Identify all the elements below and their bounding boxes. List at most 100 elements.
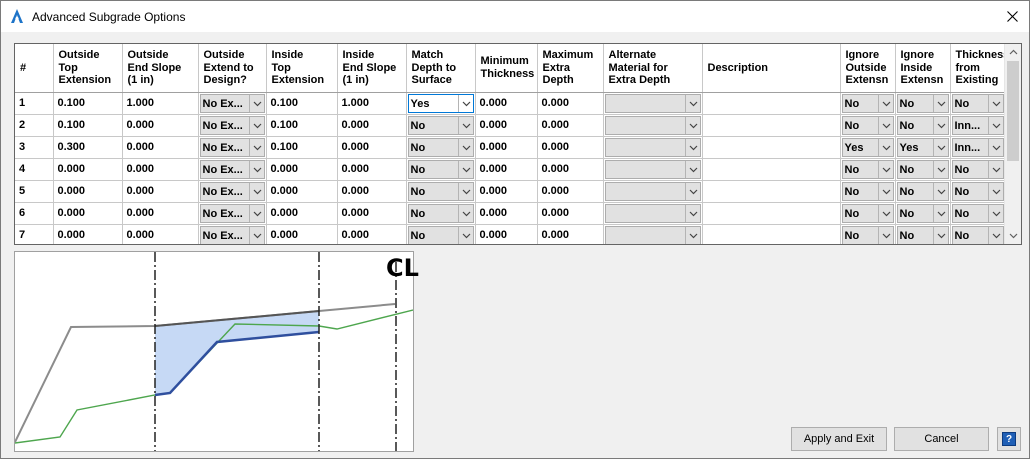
dropdown-cell[interactable]: No Ex...: [198, 158, 267, 181]
dropdown-button[interactable]: [248, 182, 264, 200]
cell-dropdown[interactable]: No Ex...: [199, 181, 265, 201]
value-cell[interactable]: 1.000: [337, 92, 407, 115]
cell-dropdown[interactable]: No: [951, 225, 1004, 244]
subgrade-options-grid[interactable]: # Outside Top Extension Outside End Slope …: [14, 43, 1022, 245]
dropdown-button[interactable]: [932, 116, 948, 134]
cell-dropdown[interactable]: No: [896, 203, 949, 223]
row-number-cell[interactable]: 5: [15, 180, 54, 203]
value-cell[interactable]: 0.000: [537, 136, 604, 159]
value-cell[interactable]: 0.000: [53, 158, 123, 181]
help-button[interactable]: ?: [997, 427, 1021, 451]
dropdown-button[interactable]: [684, 182, 700, 200]
column-header[interactable]: Match Depth to Surface: [406, 44, 476, 93]
dropdown-button[interactable]: [987, 226, 1003, 244]
cell-dropdown[interactable]: Inn...: [951, 137, 1004, 157]
dropdown-cell[interactable]: No: [840, 224, 896, 244]
cell-dropdown[interactable]: No: [896, 93, 949, 113]
value-cell[interactable]: 1.000: [122, 92, 199, 115]
value-cell[interactable]: 0.000: [53, 180, 123, 203]
column-header[interactable]: Outside Top Extension: [53, 44, 123, 93]
value-cell[interactable]: 0.000: [475, 136, 538, 159]
dropdown-button[interactable]: [248, 138, 264, 156]
column-header[interactable]: Description: [702, 44, 841, 93]
value-cell[interactable]: 0.000: [337, 136, 407, 159]
dropdown-button[interactable]: [457, 116, 473, 134]
dropdown-cell[interactable]: No: [840, 114, 896, 137]
row-number-cell[interactable]: 7: [15, 224, 54, 244]
dropdown-cell[interactable]: No: [950, 158, 1006, 181]
cell-dropdown[interactable]: No: [896, 159, 949, 179]
row-number-cell[interactable]: 1: [15, 92, 54, 115]
dropdown-cell[interactable]: No: [895, 180, 951, 203]
value-cell[interactable]: 0.000: [337, 202, 407, 225]
dropdown-button[interactable]: [987, 204, 1003, 222]
value-cell[interactable]: 0.000: [266, 158, 338, 181]
value-cell[interactable]: [702, 158, 841, 181]
dropdown-button[interactable]: [877, 226, 893, 244]
cell-dropdown[interactable]: [604, 203, 701, 223]
column-header[interactable]: Maximum Extra Depth: [537, 44, 604, 93]
row-number-cell[interactable]: 2: [15, 114, 54, 137]
scroll-up-button[interactable]: [1005, 44, 1021, 61]
value-cell[interactable]: 0.000: [266, 180, 338, 203]
value-cell[interactable]: 0.000: [475, 92, 538, 115]
dropdown-button[interactable]: [987, 182, 1003, 200]
cell-dropdown[interactable]: Yes: [407, 93, 474, 113]
dropdown-button[interactable]: [684, 226, 700, 244]
value-cell[interactable]: 0.000: [475, 158, 538, 181]
dropdown-cell[interactable]: [603, 202, 703, 225]
cell-dropdown[interactable]: [604, 115, 701, 135]
value-cell[interactable]: 0.000: [53, 202, 123, 225]
value-cell[interactable]: 0.000: [337, 158, 407, 181]
value-cell[interactable]: 0.100: [266, 92, 338, 115]
row-number-cell[interactable]: 6: [15, 202, 54, 225]
dropdown-button[interactable]: [457, 226, 473, 244]
dropdown-button[interactable]: [932, 138, 948, 156]
dropdown-cell[interactable]: No Ex...: [198, 224, 267, 244]
dropdown-button[interactable]: [932, 204, 948, 222]
dropdown-cell[interactable]: Inn...: [950, 136, 1006, 159]
dropdown-cell[interactable]: No: [895, 202, 951, 225]
value-cell[interactable]: 0.000: [337, 180, 407, 203]
dropdown-cell[interactable]: No: [950, 92, 1006, 115]
dropdown-cell[interactable]: No: [840, 92, 896, 115]
value-cell[interactable]: 0.000: [537, 180, 604, 203]
value-cell[interactable]: 0.000: [475, 180, 538, 203]
cell-dropdown[interactable]: No: [407, 181, 474, 201]
dropdown-button[interactable]: [987, 160, 1003, 178]
dropdown-button[interactable]: [457, 204, 473, 222]
cell-dropdown[interactable]: [604, 225, 701, 244]
dropdown-button[interactable]: [877, 94, 893, 112]
dropdown-cell[interactable]: No: [950, 224, 1006, 244]
value-cell[interactable]: 0.000: [122, 180, 199, 203]
cell-dropdown[interactable]: No Ex...: [199, 203, 265, 223]
cell-dropdown[interactable]: Inn...: [951, 115, 1004, 135]
value-cell[interactable]: 0.000: [475, 202, 538, 225]
scroll-thumb[interactable]: [1007, 61, 1019, 161]
value-cell[interactable]: 0.000: [537, 202, 604, 225]
dropdown-button[interactable]: [248, 226, 264, 244]
cell-dropdown[interactable]: No: [407, 159, 474, 179]
dropdown-button[interactable]: [877, 182, 893, 200]
dropdown-cell[interactable]: No: [895, 158, 951, 181]
dropdown-button[interactable]: [932, 94, 948, 112]
dropdown-button[interactable]: [457, 182, 473, 200]
cell-dropdown[interactable]: No: [951, 93, 1004, 113]
cell-dropdown[interactable]: No: [896, 115, 949, 135]
dropdown-button[interactable]: [457, 138, 473, 156]
cell-dropdown[interactable]: Yes: [841, 137, 894, 157]
dropdown-button[interactable]: [877, 160, 893, 178]
dropdown-cell[interactable]: [603, 136, 703, 159]
dropdown-cell[interactable]: No: [406, 136, 476, 159]
value-cell[interactable]: 0.100: [53, 92, 123, 115]
cell-dropdown[interactable]: No Ex...: [199, 159, 265, 179]
cell-dropdown[interactable]: No: [841, 93, 894, 113]
cell-dropdown[interactable]: [604, 159, 701, 179]
dropdown-button[interactable]: [932, 226, 948, 244]
cell-dropdown[interactable]: No: [951, 181, 1004, 201]
dropdown-cell[interactable]: No: [840, 202, 896, 225]
dropdown-button[interactable]: [248, 116, 264, 134]
dropdown-cell[interactable]: Yes: [406, 92, 476, 115]
column-header[interactable]: Thickness from Existing: [950, 44, 1006, 93]
cell-dropdown[interactable]: No: [841, 181, 894, 201]
